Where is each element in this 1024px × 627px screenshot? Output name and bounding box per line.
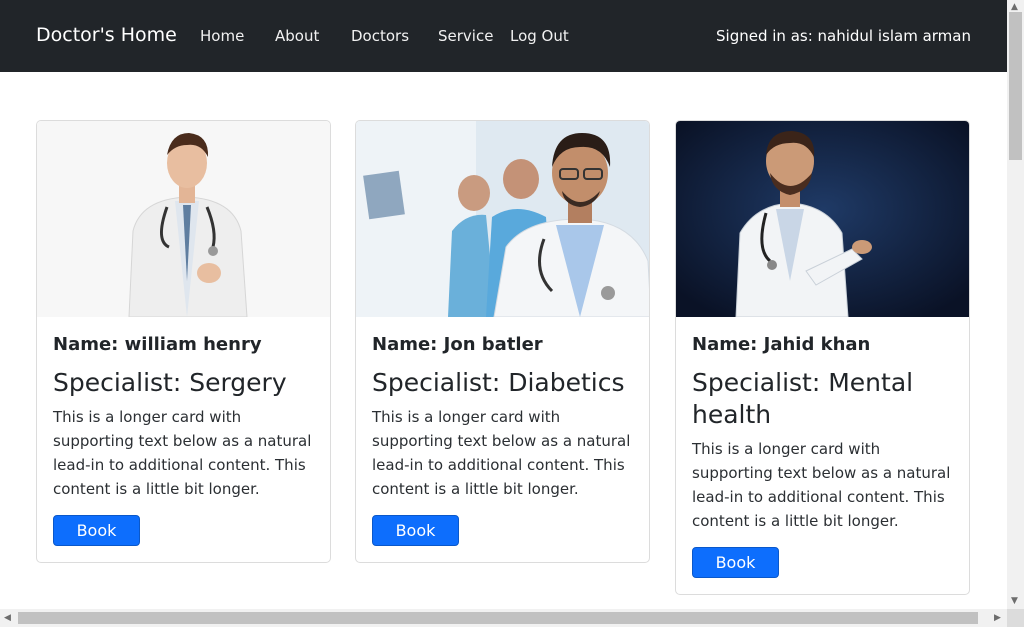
triangle-down-icon[interactable]: ▼ xyxy=(1011,596,1018,606)
signed-in-text: Signed in as: nahidul islam arman xyxy=(716,27,971,45)
doctor-photo xyxy=(37,121,330,317)
triangle-up-icon[interactable]: ▲ xyxy=(1011,2,1018,12)
nav-link-home[interactable]: Home xyxy=(200,27,244,45)
vertical-scroll-thumb[interactable] xyxy=(1009,12,1022,160)
doctor-description: This is a longer card with supporting te… xyxy=(692,440,951,530)
nav-link-logout[interactable]: Log Out xyxy=(510,27,569,45)
scrollbar-corner xyxy=(1007,609,1024,627)
doctor-photo xyxy=(676,121,969,317)
doctor-specialist: Specialist: Mental health xyxy=(692,368,914,429)
doctor-name: Name: Jahid khan xyxy=(692,334,871,355)
doctor-specialist: Specialist: Sergery xyxy=(53,368,287,397)
doctor-description: This is a longer card with supporting te… xyxy=(53,408,312,498)
horizontal-scroll-thumb[interactable] xyxy=(18,612,978,624)
nav-link-service[interactable]: Service xyxy=(438,27,493,45)
doctor-card: Name: william henry Specialist: Sergery … xyxy=(36,120,331,563)
nav-link-doctors[interactable]: Doctors xyxy=(351,27,409,45)
triangle-right-icon[interactable]: ▶ xyxy=(994,613,1001,623)
nav-link-about[interactable]: About xyxy=(275,27,319,45)
doctor-description: This is a longer card with supporting te… xyxy=(372,408,631,498)
book-button[interactable]: Book xyxy=(692,547,779,578)
book-button[interactable]: Book xyxy=(372,515,459,546)
navbar: Doctor's Home Home About Doctors Service… xyxy=(0,0,1007,72)
doctor-specialist: Specialist: Diabetics xyxy=(372,368,625,397)
doctor-name: Name: Jon batler xyxy=(372,334,543,355)
brand-title[interactable]: Doctor's Home xyxy=(36,24,177,46)
doctor-card: Name: Jahid khan Specialist: Mental heal… xyxy=(675,120,970,595)
doctor-card: Name: Jon batler Specialist: Diabetics T… xyxy=(355,120,650,563)
doctor-photo xyxy=(356,121,649,317)
triangle-left-icon[interactable]: ◀ xyxy=(4,613,11,623)
doctor-name: Name: william henry xyxy=(53,334,262,355)
book-button[interactable]: Book xyxy=(53,515,140,546)
